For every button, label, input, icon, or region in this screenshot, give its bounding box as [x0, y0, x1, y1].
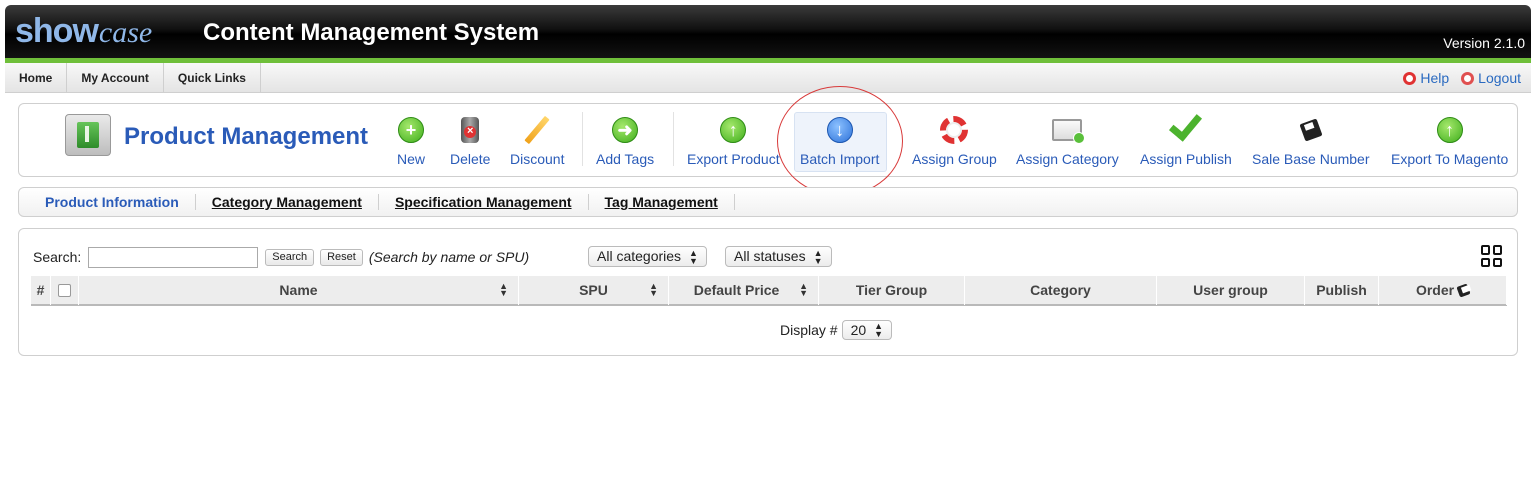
sale-base-number-button[interactable]: Sale Base Number: [1252, 113, 1370, 171]
search-button[interactable]: Search: [265, 248, 315, 266]
select-arrows-icon: ▲ ▼: [689, 247, 698, 266]
page-size-select[interactable]: 20 ▲ ▼: [841, 320, 893, 340]
version-label: Version 2.1.0: [1443, 35, 1525, 51]
logout-icon: [1461, 71, 1475, 85]
column-default-price-label: Default Price: [693, 282, 780, 298]
section-tabs: Product Information Category Management …: [18, 187, 1518, 217]
new-label: New: [397, 151, 426, 167]
top-nav-right: Help Logout: [1403, 63, 1521, 93]
nav-quick-links[interactable]: Quick Links: [164, 63, 261, 93]
export-to-magento-label: Export To Magento: [1391, 151, 1509, 167]
category-icon: [1052, 119, 1086, 144]
column-spu-label: SPU: [579, 282, 608, 298]
export-product-label: Export Product: [687, 151, 780, 167]
plus-icon: +: [398, 117, 424, 143]
assign-group-label: Assign Group: [912, 151, 997, 167]
page-title: Product Management: [124, 123, 369, 150]
search-bar: Search: Search Reset (Search by name or …: [33, 246, 529, 268]
lifebuoy-icon: [940, 116, 969, 144]
assign-group-button[interactable]: Assign Group: [912, 113, 997, 171]
column-name[interactable]: Name ▲ ▼: [79, 275, 519, 305]
new-button[interactable]: + New: [397, 113, 425, 171]
export-to-magento-button[interactable]: ↑ Export To Magento: [1391, 113, 1508, 171]
tab-product-information[interactable]: Product Information: [29, 194, 196, 210]
tab-category-management[interactable]: Category Management: [196, 194, 379, 210]
sort-icon: ▲ ▼: [499, 281, 508, 298]
delete-button[interactable]: Delete: [450, 113, 490, 171]
delete-label: Delete: [450, 151, 491, 167]
logout-link[interactable]: Logout: [1461, 70, 1521, 86]
category-filter-select[interactable]: All categories ▲ ▼: [588, 246, 707, 267]
app-header: show case Content Management System Vers…: [5, 5, 1531, 63]
column-publish: Publish: [1305, 275, 1379, 305]
arrow-up-icon: ↑: [720, 117, 747, 143]
help-label: Help: [1420, 70, 1450, 86]
column-index: #: [31, 275, 51, 305]
toolbar-divider: [582, 112, 583, 166]
column-category: Category: [965, 275, 1157, 305]
help-link[interactable]: Help: [1403, 70, 1449, 86]
column-default-price[interactable]: Default Price ▲ ▼: [669, 275, 819, 305]
batch-import-label: Batch Import: [800, 151, 880, 167]
assign-publish-label: Assign Publish: [1140, 151, 1232, 167]
nav-home[interactable]: Home: [5, 63, 68, 93]
status-filter-value: All statuses: [734, 248, 806, 264]
tab-specification-management[interactable]: Specification Management: [379, 194, 589, 210]
grid-view-icon[interactable]: [1481, 245, 1503, 267]
display-label: Display #: [780, 322, 838, 338]
reset-button[interactable]: Reset: [320, 248, 363, 266]
status-filter-select[interactable]: All statuses ▲ ▼: [725, 246, 832, 267]
export-product-button[interactable]: ↑ Export Product: [687, 113, 780, 171]
column-select-all: [51, 275, 79, 305]
search-hint: (Search by name or SPU): [368, 249, 530, 265]
assign-category-label: Assign Category: [1016, 151, 1119, 167]
search-label: Search:: [33, 249, 82, 265]
arrow-down-icon: ↓: [826, 117, 853, 143]
logo-case-text: case: [98, 16, 153, 49]
column-tier-group: Tier Group: [819, 275, 965, 305]
search-input[interactable]: [88, 246, 259, 268]
nav-my-account[interactable]: My Account: [67, 63, 164, 93]
column-name-label: Name: [279, 282, 318, 298]
discount-button[interactable]: Discount: [510, 113, 564, 171]
sort-icon: ▲ ▼: [799, 281, 808, 298]
logo-show-text: show: [15, 12, 99, 50]
batch-import-button[interactable]: ↓ Batch Import: [800, 113, 879, 171]
toolbar-divider: [673, 112, 674, 166]
product-grid-panel: Search: Search Reset (Search by name or …: [18, 228, 1518, 356]
discount-label: Discount: [510, 151, 565, 167]
pencil-icon: [524, 115, 550, 145]
select-arrows-icon: ▲ ▼: [813, 247, 823, 266]
app-title: Content Management System: [203, 19, 540, 46]
page-size-value: 20: [850, 321, 867, 338]
arrow-up-icon: ↑: [1436, 117, 1463, 143]
showcase-logo[interactable]: show case: [15, 12, 153, 50]
product-management-icon: [65, 114, 111, 156]
add-tags-button[interactable]: ➜ Add Tags: [596, 113, 654, 171]
tab-tag-management[interactable]: Tag Management: [589, 194, 735, 210]
select-arrows-icon: ▲ ▼: [874, 321, 884, 339]
pagination-display: Display # 20 ▲ ▼: [780, 320, 893, 340]
column-spu[interactable]: SPU ▲ ▼: [519, 275, 669, 305]
logout-label: Logout: [1478, 70, 1521, 86]
trash-icon: [461, 117, 480, 143]
sort-icon: ▲ ▼: [649, 281, 658, 298]
checkmark-icon: [1168, 107, 1202, 142]
save-order-icon[interactable]: [1456, 282, 1471, 298]
arrow-right-icon: ➜: [612, 117, 639, 143]
column-order[interactable]: Order: [1379, 275, 1507, 305]
column-order-label: Order: [1415, 282, 1455, 298]
select-all-checkbox[interactable]: [58, 283, 71, 297]
assign-category-button[interactable]: Assign Category: [1016, 113, 1119, 171]
top-nav: Home My Account Quick Links Help Logout: [5, 63, 1531, 93]
column-user-group: User group: [1157, 275, 1305, 305]
assign-publish-button[interactable]: Assign Publish: [1140, 107, 1232, 171]
save-icon: [1299, 118, 1323, 142]
add-tags-label: Add Tags: [596, 151, 655, 167]
sale-base-number-label: Sale Base Number: [1252, 151, 1370, 167]
help-icon: [1403, 71, 1417, 85]
table-header: # Name ▲ ▼ SPU ▲ ▼ Default Price ▲ ▼ Tier G…: [31, 275, 1507, 306]
category-filter-value: All categories: [597, 248, 682, 264]
